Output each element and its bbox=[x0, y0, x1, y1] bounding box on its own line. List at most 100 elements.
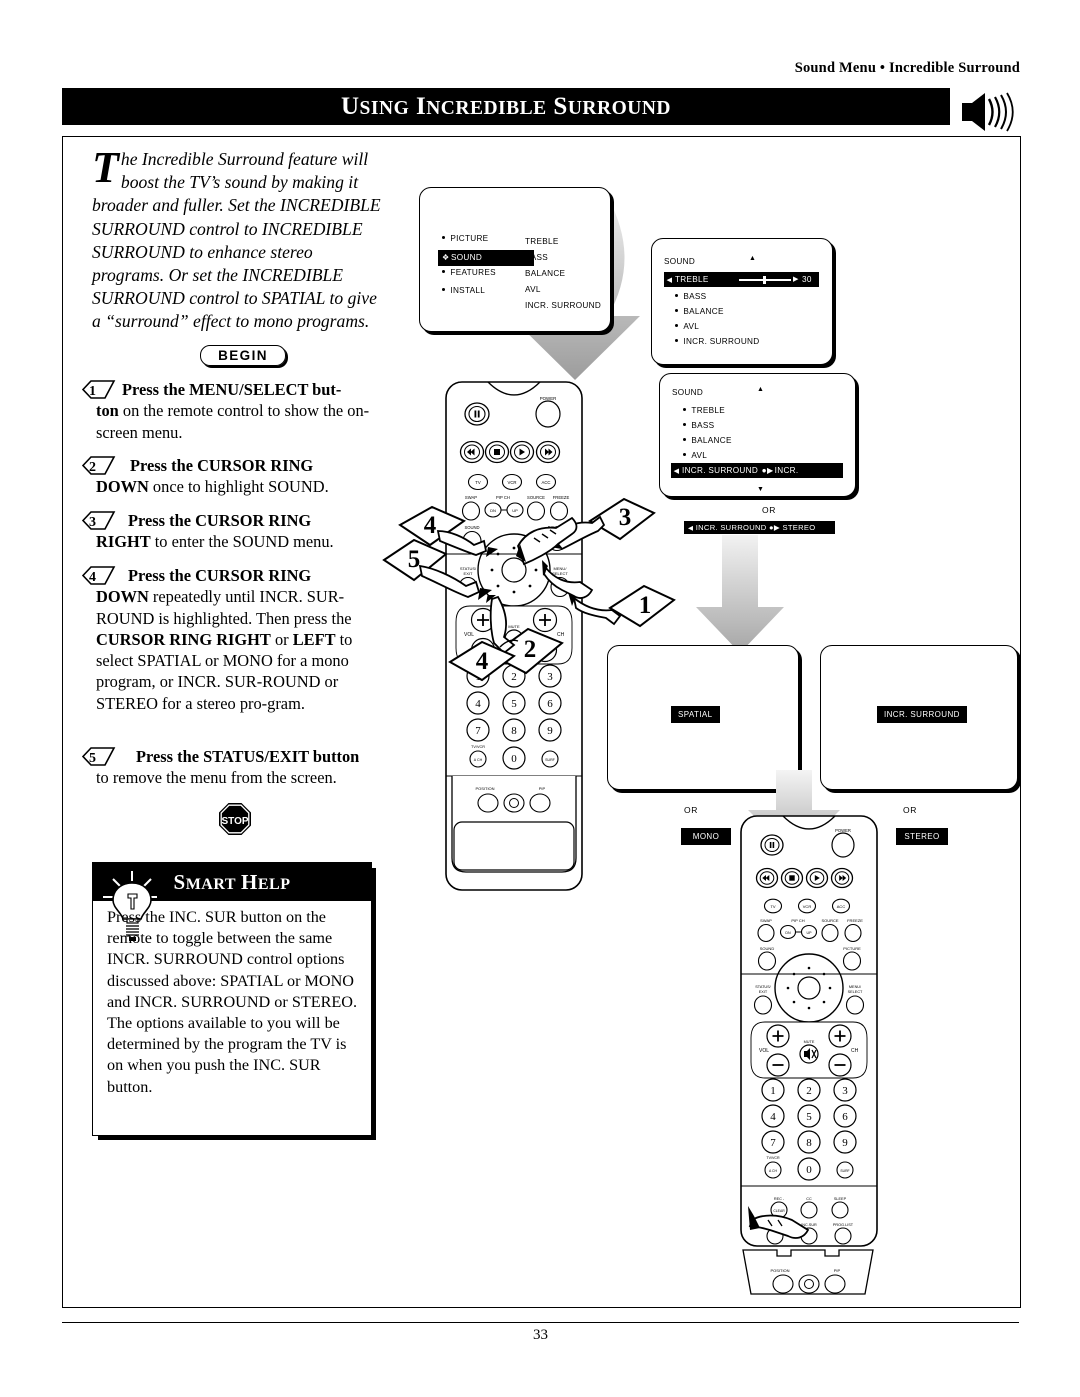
menu2-item-bass[interactable]: BASS bbox=[664, 289, 819, 304]
remote2-pip-dn: DN bbox=[785, 931, 791, 935]
menu3-label-2: BALANCE bbox=[691, 436, 732, 445]
menu3-item-avl[interactable]: AVL bbox=[672, 448, 844, 463]
remote2-status-1: STATUS/ bbox=[755, 985, 771, 989]
step-4-lead: Press the CURSOR RING bbox=[128, 566, 312, 585]
menu1-item-features[interactable]: FEATURES bbox=[442, 268, 538, 284]
smart-help-text: Press the INC. SUR button on the remote … bbox=[107, 908, 358, 1096]
flow-arrow-2 bbox=[696, 535, 784, 653]
remote2-sleep-label: SLEEP bbox=[834, 1197, 847, 1201]
remote-tv-label: TV bbox=[475, 480, 481, 485]
title-w3-rest: URROUND bbox=[567, 98, 671, 119]
step-3-rest: to enter the SOUND menu. bbox=[150, 532, 334, 552]
callout-4-lower-number: 4 bbox=[476, 648, 489, 675]
remote2-picture-label: PICTURE bbox=[843, 946, 861, 951]
step-1-number: 1 bbox=[82, 380, 116, 399]
bullet-icon bbox=[675, 338, 679, 342]
title-w2-rest: NCREDIBLE bbox=[426, 98, 547, 119]
r2-key-0: 0 bbox=[806, 1164, 812, 1176]
menu3-item-bass[interactable]: BASS bbox=[672, 418, 844, 433]
menu2-label-4: INCR. SURROUND bbox=[683, 337, 760, 346]
tv-menu-screen-2: SOUND ▲ ◀ TREBLE ▶ 30 BASS BALANCE AVL IN… bbox=[651, 238, 833, 370]
title-w2-cap: I bbox=[415, 93, 427, 120]
treble-slider-thumb[interactable] bbox=[763, 276, 766, 284]
remote-tvvcr-label: TV/VCR bbox=[471, 745, 485, 749]
menu1-label-2: FEATURES bbox=[450, 268, 496, 277]
r2-key-4: 4 bbox=[770, 1111, 776, 1123]
menu1-item-picture[interactable]: PICTURE bbox=[442, 234, 538, 250]
r2-key-8: 8 bbox=[806, 1137, 812, 1149]
speaker-sound-icon bbox=[958, 90, 1018, 134]
or-bar-value: STEREO bbox=[782, 523, 816, 532]
r2-key-9: 9 bbox=[842, 1137, 848, 1149]
step-1-lead2: ton bbox=[96, 401, 119, 421]
remote2-power-label: POWER bbox=[835, 828, 851, 833]
remote2-pip-up: UP bbox=[807, 931, 813, 935]
or-label-top: OR bbox=[762, 505, 776, 515]
tv-screen-spatial: SPATIAL bbox=[607, 645, 799, 790]
remote2-pip-label: PIP bbox=[834, 1268, 841, 1273]
tv-menu-screen-1: PICTURE ❖SOUND FEATURES INSTALL TREBLE B… bbox=[419, 187, 611, 332]
footer-rule bbox=[62, 1322, 1019, 1323]
menu2-label-3: AVL bbox=[683, 322, 700, 331]
menu1-right-1: BASS bbox=[525, 253, 549, 262]
menu3-item-incr-surround[interactable]: ◀ INCR. SURROUND ●▶INCR. SURROUND bbox=[671, 463, 843, 491]
bullet-icon bbox=[675, 308, 679, 312]
or-label-right: OR bbox=[903, 805, 917, 815]
page-kicker: Sound Menu • Incredible Surround bbox=[794, 60, 1020, 76]
r2-key-7: 7 bbox=[770, 1137, 776, 1149]
r2-key-1: 1 bbox=[770, 1085, 776, 1097]
step-4-bold3: LEFT bbox=[292, 629, 336, 649]
stop-sign-icon: STOP bbox=[218, 802, 252, 836]
callout-1-number: 1 bbox=[639, 592, 652, 619]
remote2-sound-label: SOUND bbox=[760, 946, 775, 951]
bullet-icon bbox=[442, 287, 446, 291]
callout-4-lower: 4 bbox=[448, 640, 516, 682]
page-title: USING INCREDIBLE SURROUND bbox=[62, 88, 950, 127]
step-4-rest2: or bbox=[270, 629, 293, 649]
remote-surf-label: SURF bbox=[545, 758, 556, 762]
svg-text:5: 5 bbox=[89, 751, 96, 766]
menu2-item-treble[interactable]: ◀ TREBLE ▶ 30 bbox=[664, 272, 819, 287]
remote-acc-label: ACC bbox=[541, 480, 550, 485]
remote2-freeze-label: FREEZE bbox=[847, 918, 863, 923]
osd-label-incr-surround: INCR. SURROUND bbox=[877, 706, 967, 723]
remote-position-label: POSITION bbox=[475, 786, 494, 791]
smart-help-box: SMART HELP Press the INC. SUR button on … bbox=[92, 862, 372, 1136]
intro-dropcap: T bbox=[92, 143, 119, 192]
remote2-position-label: POSITION bbox=[770, 1268, 789, 1273]
hand-pointer-incsur bbox=[748, 1206, 810, 1239]
menu3-item-balance[interactable]: BALANCE bbox=[672, 433, 844, 448]
step-2-rest: once to highlight SOUND. bbox=[148, 477, 329, 497]
remote2-vcr-label: VCR bbox=[803, 904, 812, 909]
remote2-tvvcr-label: TV/VCR bbox=[766, 1156, 780, 1160]
callout-3-number: 3 bbox=[619, 504, 632, 531]
menu3-up-arrow: ▲ bbox=[757, 386, 765, 393]
remote-pip-label: PIP bbox=[539, 786, 546, 791]
remote2-tv-label: TV bbox=[770, 904, 775, 909]
remote2-pipch-label: PIP CH bbox=[791, 918, 804, 923]
remote2-mute-label: MUTE bbox=[804, 1040, 815, 1044]
menu1-item-install[interactable]: INSTALL bbox=[442, 286, 538, 302]
key-8: 8 bbox=[511, 725, 517, 737]
menu2-item-incr-surround[interactable]: INCR. SURROUND bbox=[664, 334, 819, 349]
menu2-title: SOUND bbox=[664, 257, 696, 266]
remote2-menu-1: MENU/ bbox=[849, 985, 862, 989]
menu1-right-2: BALANCE bbox=[525, 269, 566, 278]
title-w3-cap: S bbox=[553, 93, 568, 120]
incr-surround-stereo-bar[interactable]: ◀ INCR. SURROUND ●▶ STEREO bbox=[684, 521, 835, 534]
bullet-icon bbox=[683, 452, 687, 456]
menu1-label-1: SOUND bbox=[451, 253, 483, 262]
menu2-item-avl[interactable]: AVL bbox=[664, 319, 819, 334]
bullet-icon bbox=[683, 437, 687, 441]
svg-text:4: 4 bbox=[89, 570, 96, 585]
svg-text:1: 1 bbox=[89, 384, 96, 399]
menu1-item-sound[interactable]: ❖SOUND bbox=[438, 250, 534, 266]
menu3-label-3: AVL bbox=[691, 451, 708, 460]
menu2-item-balance[interactable]: BALANCE bbox=[664, 304, 819, 319]
remote2-vol-label: VOL bbox=[759, 1048, 769, 1054]
tv-screen-incr-surround: INCR. SURROUND bbox=[820, 645, 1018, 790]
intro-text: he Incredible Surround feature will boos… bbox=[92, 149, 381, 332]
callout-5-number: 5 bbox=[408, 546, 421, 573]
smart-help-body: Press the INC. SUR button on the remote … bbox=[107, 907, 359, 1098]
menu3-item-treble[interactable]: TREBLE bbox=[672, 403, 844, 418]
